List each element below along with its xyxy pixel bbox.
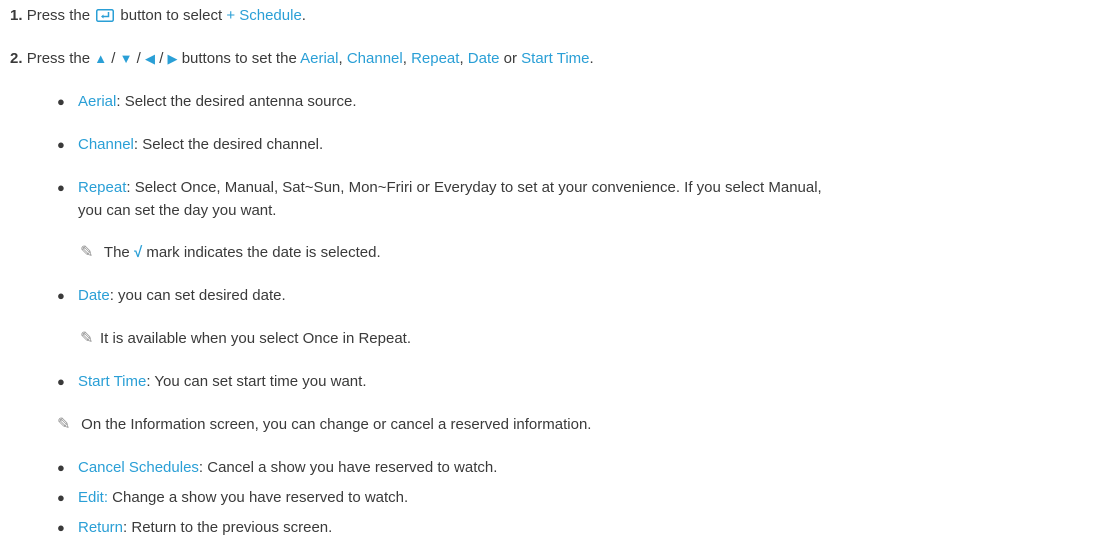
punctuation: ,	[402, 50, 412, 67]
link-start-time[interactable]: Start Time	[521, 50, 589, 67]
punctuation: ,	[338, 50, 347, 67]
description: : you can set desired date.	[109, 287, 286, 304]
check-mark-icon: √	[133, 244, 143, 261]
step-number: 2.	[10, 50, 23, 67]
enter-button-icon	[96, 9, 115, 22]
term-date[interactable]: Date	[78, 287, 110, 304]
link-channel[interactable]: Channel	[347, 50, 403, 67]
schedule-link[interactable]: + Schedule	[226, 7, 301, 24]
description: you can set the day you want.	[78, 202, 277, 219]
step-2: 2. Press the ▲ / ▼ / ◀ / ▶ buttons to se…	[10, 49, 594, 69]
note-text: mark indicates the date is selected.	[146, 244, 381, 261]
list-item: ● Return: Return to the previous screen.	[57, 518, 332, 538]
manual-page: 1. Press the button to select + Schedule…	[0, 0, 1109, 544]
bullet-dot: ●	[57, 490, 65, 505]
list-item: ● Edit: Change a show you have reserved …	[57, 488, 408, 508]
term-cancel-schedules[interactable]: Cancel Schedules	[78, 459, 199, 476]
down-arrow-icon: ▼	[119, 51, 133, 66]
left-arrow-icon: ◀	[145, 51, 156, 66]
pencil-note-icon: ✎	[80, 244, 94, 261]
step-number: 1.	[10, 7, 23, 24]
list-item: ● Start Time: You can set start time you…	[57, 372, 366, 392]
bullet-dot: ●	[57, 288, 65, 303]
link-repeat[interactable]: Repeat	[411, 50, 459, 67]
description: : Select the desired antenna source.	[116, 93, 357, 110]
description: : Cancel a show you have reserved to wat…	[198, 459, 498, 476]
step-text: buttons to set the	[181, 50, 297, 67]
list-item: ● Cancel Schedules: Cancel a show you ha…	[57, 458, 497, 478]
list-item: ● Aerial: Select the desired antenna sou…	[57, 92, 357, 112]
link-date[interactable]: Date	[468, 50, 500, 67]
note: ✎ The √ mark indicates the date is selec…	[80, 243, 381, 263]
term-edit[interactable]: Edit:	[78, 489, 108, 506]
bullet-dot: ●	[57, 460, 65, 475]
description: : Select Once, Manual, Sat~Sun, Mon~Frir…	[126, 179, 822, 196]
note-text: It is available when you select Once in …	[100, 330, 412, 347]
right-arrow-icon: ▶	[167, 51, 178, 66]
term-aerial[interactable]: Aerial	[78, 93, 116, 110]
conjunction: or	[499, 50, 522, 67]
list-item: ● Date: you can set desired date.	[57, 286, 286, 306]
link-aerial[interactable]: Aerial	[300, 50, 338, 67]
note-text: The	[103, 244, 130, 261]
pencil-note-icon: ✎	[57, 416, 71, 433]
note: ✎ It is available when you select Once in…	[80, 329, 411, 349]
up-arrow-icon: ▲	[94, 51, 108, 66]
punctuation: .	[589, 50, 594, 67]
bullet-dot: ●	[57, 520, 65, 535]
punctuation: ,	[459, 50, 468, 67]
description: : You can set start time you want.	[146, 373, 367, 390]
pencil-note-icon: ✎	[80, 330, 94, 347]
term-channel[interactable]: Channel	[78, 136, 134, 153]
slash: /	[111, 50, 116, 67]
bullet-dot: ●	[57, 180, 65, 195]
bullet-dot: ●	[57, 137, 65, 152]
term-repeat[interactable]: Repeat	[78, 179, 126, 196]
slash: /	[159, 50, 164, 67]
slash: /	[136, 50, 141, 67]
bullet-dot: ●	[57, 94, 65, 109]
step-text: Press the	[26, 50, 91, 67]
step-text: button to select	[120, 7, 223, 24]
term-start-time[interactable]: Start Time	[78, 373, 146, 390]
description: Change a show you have reserved to watch…	[108, 489, 409, 506]
list-item-continuation: you can set the day you want.	[78, 201, 276, 221]
list-item: ● Repeat: Select Once, Manual, Sat~Sun, …	[57, 178, 822, 198]
term-return[interactable]: Return	[78, 519, 123, 536]
note: ✎ On the Information screen, you can cha…	[57, 415, 591, 435]
description: : Select the desired channel.	[133, 136, 324, 153]
step-text: Press the	[26, 7, 91, 24]
bullet-dot: ●	[57, 374, 65, 389]
punctuation: .	[301, 7, 306, 24]
list-item: ● Channel: Select the desired channel.	[57, 135, 323, 155]
description: : Return to the previous screen.	[123, 519, 333, 536]
note-text: On the Information screen, you can chang…	[81, 416, 592, 433]
step-1: 1. Press the button to select + Schedule…	[10, 6, 306, 26]
